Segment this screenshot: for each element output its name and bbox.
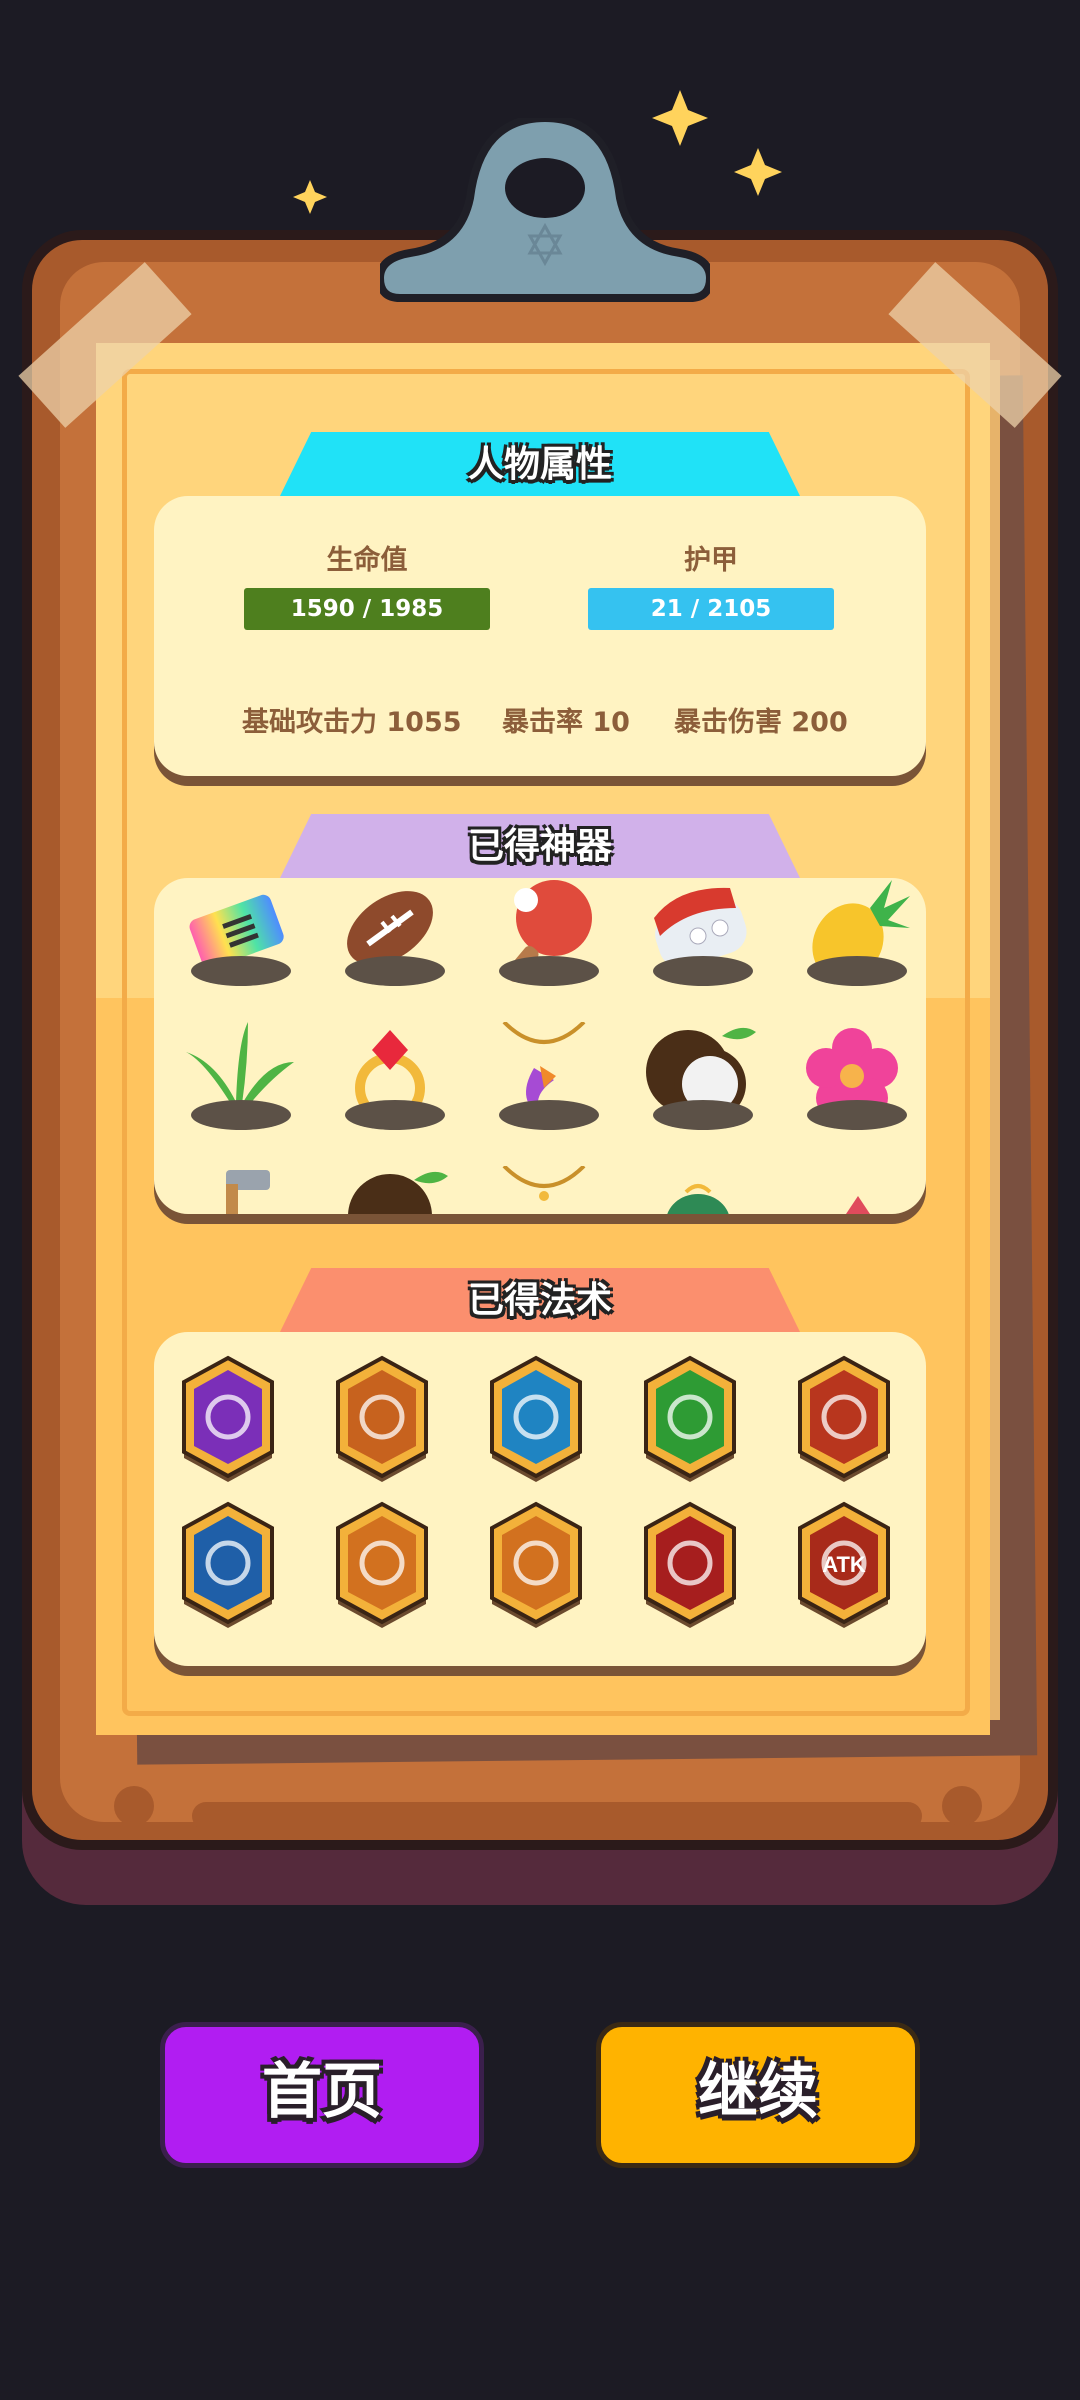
spells-tab: 已得法术 [280,1268,800,1332]
fire-shield-icon[interactable] [794,1354,894,1484]
crit-damage-stat: 暴击伤害 200 [674,707,848,738]
pineapple-icon[interactable] [792,878,912,998]
attack-stat: 基础攻击力 1055 [242,707,462,738]
screw-left [114,1786,154,1826]
armor-bar: 21 / 2105 [588,588,834,630]
ruby-ring-icon[interactable] [330,1022,450,1142]
aloe-plant-icon[interactable] [176,1022,296,1142]
spells-card: ATK [154,1332,926,1666]
hp-bar: 1590 / 1985 [244,588,490,630]
blue-orbit-icon[interactable] [178,1500,278,1630]
coconut-icon[interactable] [638,1022,758,1142]
crossed-swords-icon[interactable] [486,1500,586,1630]
armor-label: 护甲 [684,545,738,576]
clipboard-clip [380,118,710,302]
atk-label: ATK [822,1552,866,1577]
home-button-label: 首页 [262,2057,382,2127]
continue-button[interactable]: 继续 [596,2022,920,2168]
artifacts-title: 已得神器 [467,826,612,867]
screw-right [942,1786,982,1826]
clipboard-bottom-bar [192,1802,922,1830]
red-orbit-icon[interactable] [640,1500,740,1630]
atk-sword-icon[interactable]: ATK [794,1500,894,1630]
purple-orbit-icon[interactable] [178,1354,278,1484]
orange-orbit-icon[interactable] [332,1500,432,1630]
hammer-icon[interactable] [176,1166,296,1214]
lightning-shield-icon[interactable] [332,1354,432,1484]
artifacts-card[interactable] [154,878,926,1214]
football-icon[interactable] [330,878,450,998]
continue-button-label: 继续 [698,2057,818,2127]
spells-title: 已得法术 [467,1280,612,1321]
ping-pong-paddle-icon[interactable] [484,878,604,998]
red-gem-icon[interactable] [792,1166,912,1214]
necklace-icon[interactable] [484,1164,604,1214]
crescent-pendant-icon[interactable] [484,1020,604,1142]
artifacts-tab: 已得神器 [280,814,800,878]
coconut-icon[interactable] [330,1166,450,1214]
attributes-card: 生命值 1590 / 1985 护甲 21 / 2105 基础攻击力 1055 … [154,496,926,776]
melon-icon[interactable] [638,1166,758,1214]
ice-shield-icon[interactable] [486,1354,586,1484]
attributes-title: 人物属性 [467,444,612,485]
home-button[interactable]: 首页 [160,2022,484,2168]
hp-label: 生命值 [326,545,408,576]
sparkle-icon [293,180,327,214]
sparkle-icon [734,148,782,196]
earbuds-case-icon[interactable] [638,878,758,998]
rainbow-ticket-icon[interactable] [176,878,296,998]
attributes-tab: 人物属性 [280,432,800,496]
pink-flower-icon[interactable] [792,1022,912,1142]
green-orbs-icon[interactable] [640,1354,740,1484]
crit-rate-stat: 暴击率 10 [502,707,630,738]
